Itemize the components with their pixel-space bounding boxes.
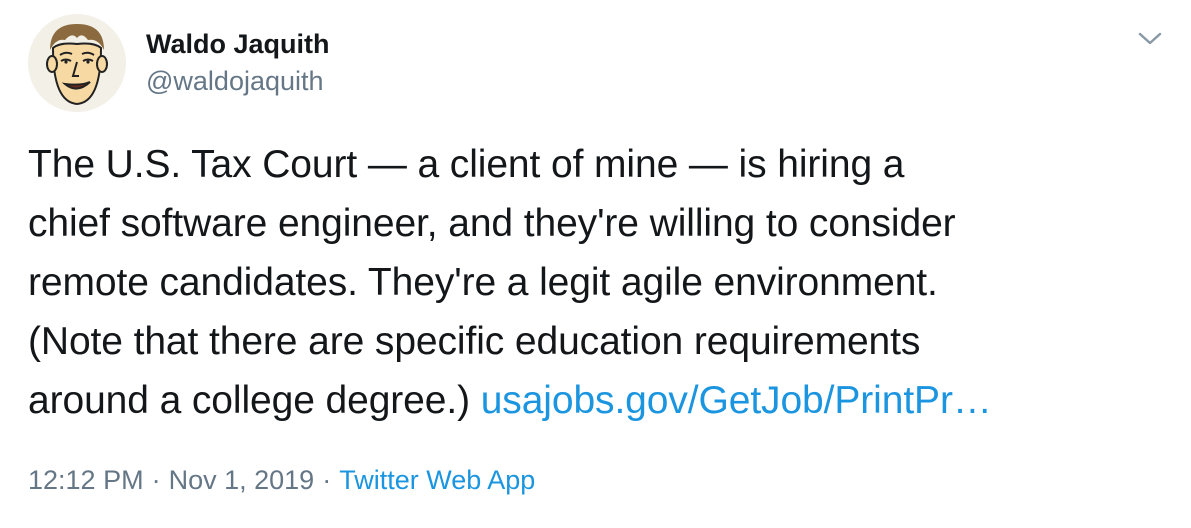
meta-separator: · [151,465,161,495]
tweet-text-line: (Note that there are specific education … [28,320,921,363]
tweet-time[interactable]: 12:12 PM [28,465,144,495]
chevron-down-icon[interactable] [1135,26,1165,50]
tweet-text-line: chief software engineer, and they're wil… [28,202,956,245]
tweet-text: The U.S. Tax Court — a client of mine — … [28,135,1178,430]
tweet-text-fragment: around a college degree.) [28,379,481,422]
avatar[interactable] [28,14,126,112]
tweet-link[interactable]: usajobs.gov/GetJob/PrintPr… [481,379,992,422]
tweet-text-line: remote candidates. They're a legit agile… [28,261,938,304]
author-name[interactable]: Waldo Jaquith [146,28,330,60]
tweet-source-link[interactable]: Twitter Web App [339,465,535,495]
tweet-text-line-last: around a college degree.) usajobs.gov/Ge… [28,371,1178,430]
meta-separator: · [322,465,332,495]
tweet-card: Waldo Jaquith @waldojaquith The U.S. Tax… [0,0,1191,528]
tweet-meta: 12:12 PM · Nov 1, 2019 · Twitter Web App [28,462,535,498]
cartoon-face-icon [28,14,126,112]
tweet-text-line: The U.S. Tax Court — a client of mine — … [28,143,905,186]
author-handle[interactable]: @waldojaquith [146,65,324,97]
tweet-date[interactable]: Nov 1, 2019 [169,465,315,495]
